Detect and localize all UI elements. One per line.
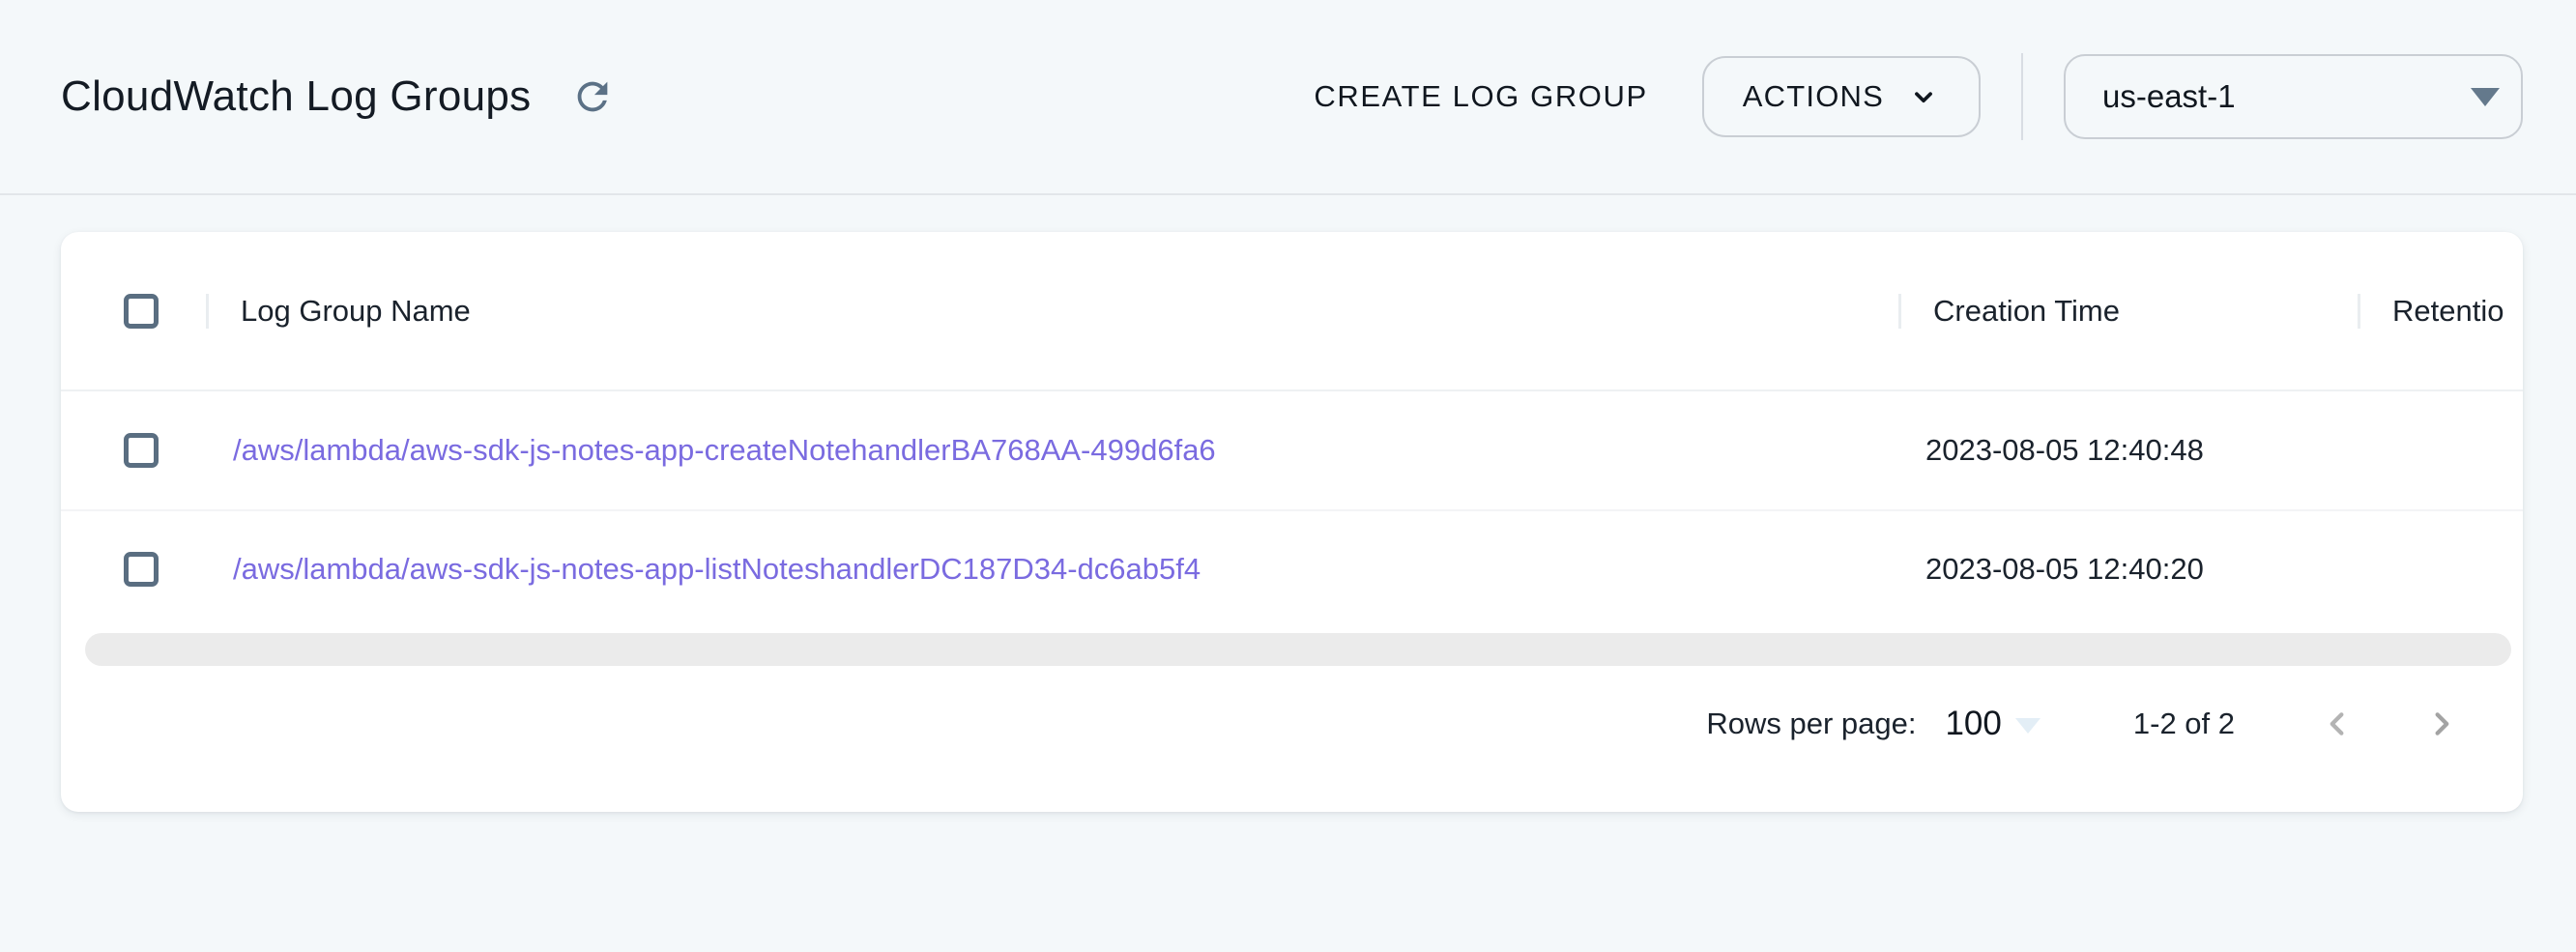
rows-per-page-value: 100 [1945, 705, 2001, 743]
chevron-right-icon [2421, 704, 2462, 744]
log-group-link[interactable]: /aws/lambda/aws-sdk-js-notes-app-listNot… [233, 552, 1201, 586]
page-title: CloudWatch Log Groups [61, 72, 531, 121]
column-header-log-group-name: Log Group Name [206, 294, 1898, 329]
creation-time-cell: 2023-08-05 12:40:20 [1898, 552, 2358, 587]
page-header: CloudWatch Log Groups CREATE LOG GROUP A… [0, 0, 2576, 195]
column-header-retention: Retentio [2358, 294, 2523, 329]
pagination-bar: Rows per page: 100 1-2 of 2 [61, 666, 2523, 782]
header-actions: CREATE LOG GROUP ACTIONS us-east-1 [1287, 53, 2523, 140]
column-header-creation-time: Creation Time [1898, 294, 2358, 329]
row-checkbox[interactable] [124, 433, 159, 468]
log-groups-card: Log Group Name Creation Time Retentio /a… [61, 232, 2523, 812]
create-log-group-button[interactable]: CREATE LOG GROUP [1287, 60, 1674, 133]
pagination-range-label: 1-2 of 2 [2133, 707, 2235, 741]
rows-per-page-select[interactable]: 100 [1945, 705, 2040, 743]
select-all-checkbox[interactable] [124, 294, 159, 329]
row-checkbox[interactable] [124, 552, 159, 587]
rows-per-page-arrow-icon [2015, 718, 2041, 734]
region-select-value: us-east-1 [2102, 78, 2236, 115]
select-dropdown-arrow-icon [2471, 88, 2500, 106]
header-divider [2021, 53, 2023, 140]
next-page-button[interactable] [2415, 697, 2469, 751]
log-group-link[interactable]: /aws/lambda/aws-sdk-js-notes-app-createN… [233, 433, 1216, 467]
table-row: /aws/lambda/aws-sdk-js-notes-app-listNot… [61, 509, 2523, 627]
previous-page-button[interactable] [2310, 697, 2364, 751]
table-header-row: Log Group Name Creation Time Retentio [61, 232, 2523, 391]
chevron-left-icon [2317, 704, 2358, 744]
creation-time-cell: 2023-08-05 12:40:48 [1898, 433, 2358, 468]
table-row: /aws/lambda/aws-sdk-js-notes-app-createN… [61, 391, 2523, 509]
refresh-button[interactable] [564, 68, 622, 126]
actions-button-label: ACTIONS [1743, 79, 1884, 114]
actions-menu-button[interactable]: ACTIONS [1702, 56, 1981, 137]
horizontal-scrollbar[interactable] [85, 633, 2511, 666]
chevron-down-icon [1907, 80, 1940, 113]
region-select[interactable]: us-east-1 [2064, 54, 2523, 139]
rows-per-page-label: Rows per page: [1706, 707, 1916, 741]
refresh-icon [570, 74, 615, 119]
